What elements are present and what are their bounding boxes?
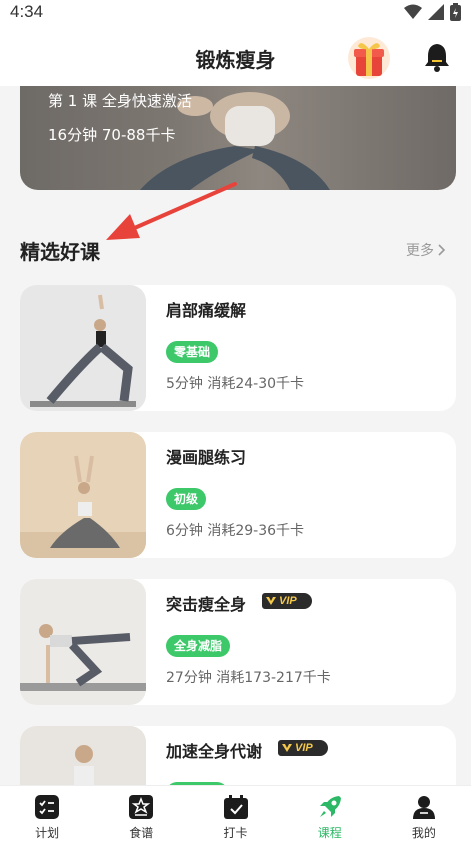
annotation-arrow (106, 182, 237, 240)
gift-icon[interactable] (346, 36, 392, 80)
tab-plan[interactable]: 计划 (0, 786, 94, 843)
vip-crown-icon (282, 744, 292, 752)
course-thumbnail (20, 432, 146, 558)
level-badge: 初级 (166, 488, 207, 510)
status-time: 4:34 (10, 2, 44, 21)
course-title: 肩部痛缓解 (166, 301, 247, 320)
hero-course-title: 第 1 课 全身快速激活 (48, 92, 192, 110)
rocket-icon (319, 796, 341, 817)
more-label: 更多 (406, 243, 434, 259)
tab-label: 我的 (411, 826, 436, 840)
course-meta: 6分钟 消耗29-36千卡 (166, 523, 305, 539)
level-badge: 全身减脂 (166, 635, 231, 657)
signal-icon (428, 4, 444, 20)
wifi-icon (404, 4, 422, 19)
plan-icon (35, 795, 60, 819)
tab-label: 打卡 (223, 826, 248, 840)
page-title: 锻炼瘦身 (195, 48, 276, 72)
vip-label: VIP (279, 595, 297, 607)
course-meta: 27分钟 消耗173-217千卡 (166, 670, 331, 686)
recipe-icon (129, 795, 154, 819)
header: 锻炼瘦身 (0, 26, 471, 86)
vip-badge: VIP (278, 740, 328, 756)
course-thumbnail (20, 285, 146, 411)
tab-checkin[interactable]: 打卡 (188, 786, 282, 843)
checkin-icon (223, 795, 248, 819)
course-card[interactable]: 漫画腿练习 初级 6分钟 消耗29-36千卡 (20, 432, 456, 558)
course-title: 漫画腿练习 (166, 448, 247, 467)
more-link[interactable]: 更多 (406, 240, 446, 260)
tab-recipe[interactable]: 食谱 (94, 786, 188, 843)
tab-label: 计划 (35, 826, 60, 840)
course-meta: 5分钟 消耗24-30千卡 (166, 376, 305, 392)
course-card[interactable]: 突击瘦全身 VIP 全身减脂 27分钟 消耗173-217千卡 (20, 579, 456, 705)
level-badge: 零基础 (166, 341, 219, 363)
battery-icon (450, 3, 461, 21)
profile-icon (412, 796, 435, 819)
vip-label: VIP (295, 742, 313, 754)
status-bar: 4:34 (0, 0, 471, 26)
status-icons (404, 3, 461, 21)
featured-course-banner[interactable]: 第 1 课 全身快速激活 16分钟 70-88千卡 (20, 86, 456, 190)
chevron-right-icon (438, 244, 446, 256)
tab-courses[interactable]: 课程 (283, 786, 377, 843)
tab-label: 课程 (317, 826, 342, 840)
course-thumbnail (20, 579, 146, 705)
vip-badge: VIP (262, 593, 312, 609)
bell-icon[interactable] (423, 42, 451, 72)
vip-crown-icon (266, 597, 276, 605)
section-title: 精选好课 (20, 240, 100, 264)
course-title: 加速全身代谢 (166, 742, 263, 761)
hero-course-meta: 16分钟 70-88千卡 (48, 126, 176, 144)
course-title: 突击瘦全身 (166, 595, 247, 614)
tab-label: 食谱 (129, 826, 154, 840)
bottom-tab-bar: 计划 食谱 打卡 课程 我的 (0, 785, 471, 843)
course-card[interactable]: 肩部痛缓解 零基础 5分钟 消耗24-30千卡 (20, 285, 456, 411)
tab-profile[interactable]: 我的 (377, 786, 471, 843)
